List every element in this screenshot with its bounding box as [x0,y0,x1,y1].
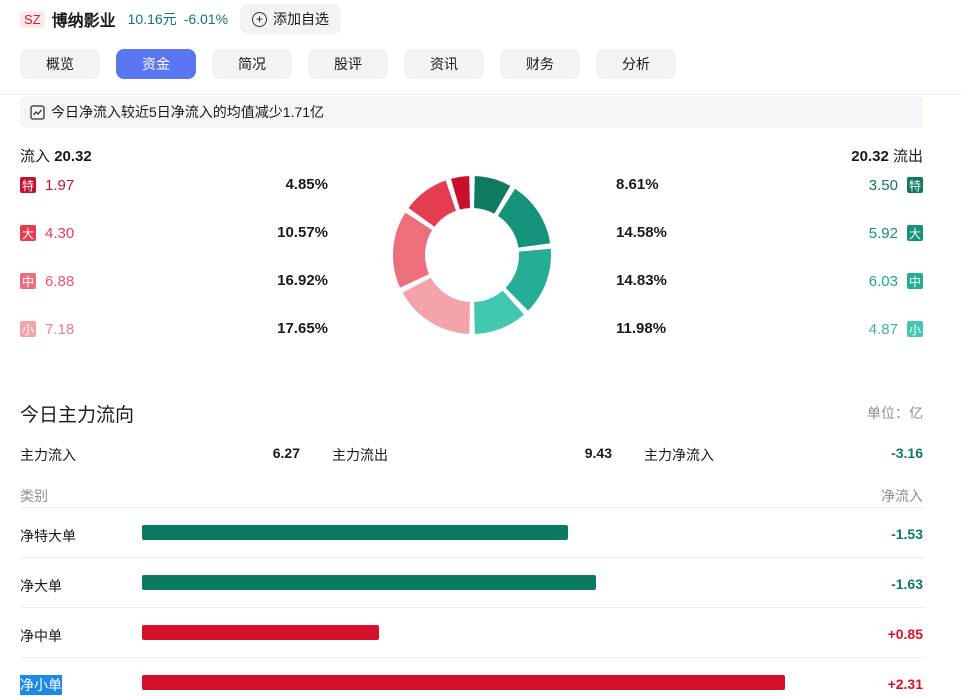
banner-text: 今日净流入较近5日净流入的均值减少1.71亿 [51,104,325,120]
large-badge: 大 [20,225,36,241]
row-label-medium: 净中单 [20,628,62,644]
outflow-header: 20.32 流出 [851,145,923,166]
main-net-value: -3.16 [891,445,923,461]
inflow-slice-3 [400,275,473,336]
tab-overview[interactable]: 概览 [20,49,100,79]
medium-badge: 中 [20,273,36,289]
flow-donut-chart [391,174,553,336]
inflow-pct: 17.65% [277,320,328,337]
section-title: 今日主力流向 [20,405,135,426]
main-inflow-value: 6.27 [272,445,300,461]
net-bar-super [142,525,568,540]
inflow-value: 4.30 [45,224,75,242]
inflow-pct: 4.85% [285,176,328,193]
large-badge: 大 [907,225,923,241]
inflow-total: 20.32 [54,148,92,165]
inflow-value: 7.18 [45,320,75,338]
outflow-value: 3.50 [868,176,898,194]
stock-header: SZ 博纳影业 10.16元 -6.01% + 添加自选 [20,4,342,34]
tab-profile[interactable]: 简况 [212,49,292,79]
inflow-row-medium: 中 6.88 [20,270,74,292]
row-label-small: 净小单 [20,675,62,695]
tab-news[interactable]: 资讯 [404,49,484,79]
inflow-value: 1.97 [45,176,75,194]
small-badge: 小 [907,321,923,337]
inflow-label: 流入 [20,148,51,165]
row-divider [20,557,925,558]
outflow-row-super: 3.50 特 [869,174,923,196]
outflow-row-small: 4.87 小 [869,318,923,340]
inflow-pct: 10.57% [277,224,328,241]
outflow-row-medium: 6.03 中 [869,270,923,292]
row-divider [20,607,925,608]
main-outflow-label: 主力流出 [332,447,388,463]
net-value-super: -1.53 [891,526,923,542]
outflow-pct: 14.58% [616,224,667,241]
plus-circle-icon: + [252,11,268,27]
net-value-small: +2.31 [887,676,923,692]
market-badge: SZ [20,10,45,28]
super-large-badge: 特 [907,177,923,193]
divider [0,94,961,95]
trend-chart-icon [30,104,45,120]
column-category: 类别 [20,488,48,504]
net-value-large: -1.63 [891,576,923,592]
net-bar-large [142,575,596,590]
main-inflow-label: 主力流入 [20,447,76,463]
stock-name: 博纳影业 [51,13,116,30]
add-watchlist-label: 添加自选 [273,11,330,27]
outflow-label: 流出 [892,148,923,165]
inflow-row-large: 大 4.30 [20,222,74,244]
row-label-super: 净特大单 [20,528,76,544]
outflow-pct: 8.61% [616,176,659,193]
tab-capital[interactable]: 资金 [116,49,196,79]
main-net-label: 主力净流入 [644,447,714,463]
add-watchlist-button[interactable]: + 添加自选 [240,4,342,34]
row-label-large: 净大单 [20,578,62,594]
net-value-medium: +0.85 [887,626,923,642]
outflow-row-large: 5.92 大 [869,222,923,244]
tab-analysis[interactable]: 分析 [596,49,676,79]
outflow-value: 6.03 [868,272,898,290]
stock-change: -6.01% [183,11,229,27]
row-divider [20,507,925,508]
info-banner: 今日净流入较近5日净流入的均值减少1.71亿 [20,96,923,128]
net-bar-small [142,675,785,690]
unit-label: 单位：亿 [867,405,923,421]
tab-finance[interactable]: 财务 [500,49,580,79]
inflow-value: 6.88 [45,272,75,290]
net-bar-medium [142,625,379,640]
stock-price: 10.16元 [127,11,177,27]
medium-badge: 中 [907,273,923,289]
outflow-value: 5.92 [868,224,898,242]
main-outflow-value: 9.43 [584,445,612,461]
outflow-total: 20.32 [851,148,889,165]
column-net: 净流入 [881,488,923,504]
inflow-row-super: 特 1.97 [20,174,74,196]
tab-bar: 概览 资金 简况 股评 资讯 财务 分析 [20,49,676,79]
tab-comments[interactable]: 股评 [308,49,388,79]
outflow-pct: 11.98% [616,320,667,337]
inflow-pct: 16.92% [277,272,328,289]
outflow-pct: 14.83% [616,272,667,289]
outflow-value: 4.87 [868,320,898,338]
inflow-header: 流入 20.32 [20,145,92,166]
small-badge: 小 [20,321,36,337]
inflow-row-small: 小 7.18 [20,318,74,340]
super-large-badge: 特 [20,177,36,193]
row-divider [20,657,925,658]
